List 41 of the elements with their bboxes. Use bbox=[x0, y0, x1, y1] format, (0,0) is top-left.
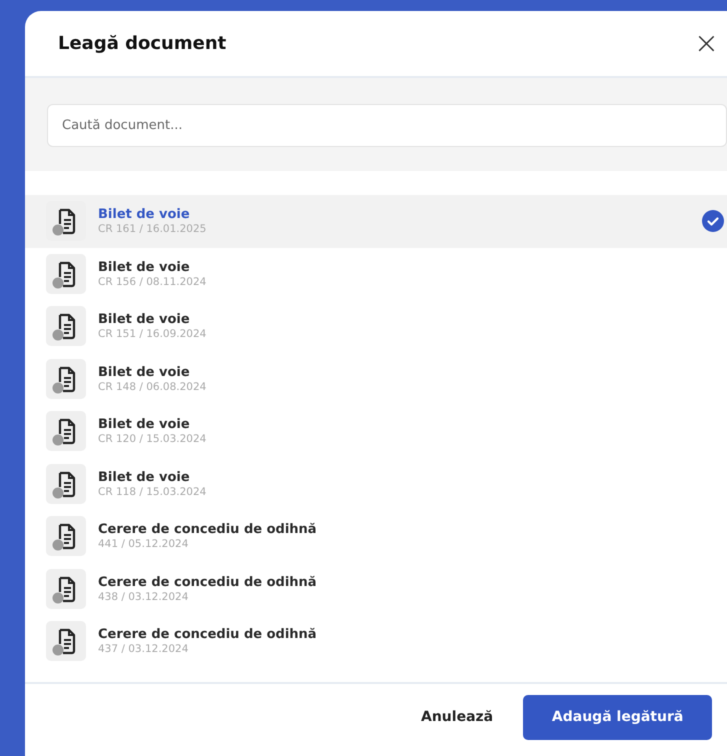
document-item[interactable]: Bilet de voie CR 148 / 06.08.2024 bbox=[25, 352, 727, 405]
document-item[interactable]: Bilet de voie CR 118 / 15.03.2024 bbox=[25, 458, 727, 510]
document-item[interactable]: Cerere de concediu de odihnă 437 / 03.12.2024 bbox=[25, 615, 727, 668]
document-number-date: CR 161 / 16.01.2025 bbox=[98, 223, 206, 236]
document-icon bbox=[46, 516, 86, 556]
document-icon bbox=[46, 306, 86, 346]
document-title: Bilet de voie bbox=[98, 207, 191, 222]
document-item[interactable]: Cerere de concediu de odihnă 438 / 03.12.2024 bbox=[25, 562, 727, 615]
search-field[interactable]: Caută document... bbox=[47, 104, 727, 147]
document-title: Bilet de voie bbox=[98, 417, 191, 432]
document-number-date: CR 156 / 08.11.2024 bbox=[98, 276, 206, 288]
document-title: Bilet de voie bbox=[98, 312, 191, 328]
document-item[interactable]: Bilet de voie CR 161 / 16.01.2025 bbox=[25, 195, 727, 248]
document-icon bbox=[46, 254, 86, 294]
document-title: Bilet de voie bbox=[98, 470, 191, 485]
document-number-date: 437 / 03.12.2024 bbox=[98, 643, 190, 656]
document-title: Bilet de voie bbox=[98, 364, 191, 380]
document-icon bbox=[46, 464, 86, 504]
document-title: Cerere de concediu de odihnă bbox=[98, 574, 317, 590]
add-link-button[interactable]: Adaugă legătură bbox=[523, 694, 712, 740]
document-number-date: CR 148 / 06.08.2024 bbox=[98, 380, 206, 393]
document-item[interactable]: Bilet de voie CR 151 / 16.09.2024 bbox=[25, 300, 727, 352]
document-title: Cerere de concediu de odihnă bbox=[98, 627, 317, 642]
document-number-date: CR 151 / 16.09.2024 bbox=[98, 328, 206, 340]
check-icon bbox=[702, 210, 724, 232]
document-item[interactable]: Bilet de voie CR 156 / 08.11.2024 bbox=[25, 248, 727, 300]
document-item[interactable]: Cerere de concediu de odihnă 441 / 05.12.2024 bbox=[25, 510, 727, 562]
document-number-date: CR 120 / 15.03.2024 bbox=[98, 433, 206, 446]
cancel-button[interactable]: Anulează bbox=[405, 694, 510, 740]
document-icon bbox=[46, 358, 86, 399]
document-title: Cerere de concediu de odihnă bbox=[98, 522, 317, 538]
document-number-date: 441 / 05.12.2024 bbox=[98, 538, 190, 550]
document-icon bbox=[46, 621, 86, 662]
document-item[interactable]: Bilet de voie CR 120 / 15.03.2024 bbox=[25, 405, 727, 458]
dialog-title: Leagă document bbox=[58, 33, 226, 54]
close-button[interactable]: × bbox=[688, 28, 725, 58]
document-icon bbox=[46, 568, 86, 609]
document-number-date: 438 / 03.12.2024 bbox=[98, 590, 190, 603]
document-title: Bilet de voie bbox=[98, 260, 191, 275]
document-number-date: CR 118 / 15.03.2024 bbox=[98, 486, 206, 498]
document-icon bbox=[46, 411, 86, 452]
